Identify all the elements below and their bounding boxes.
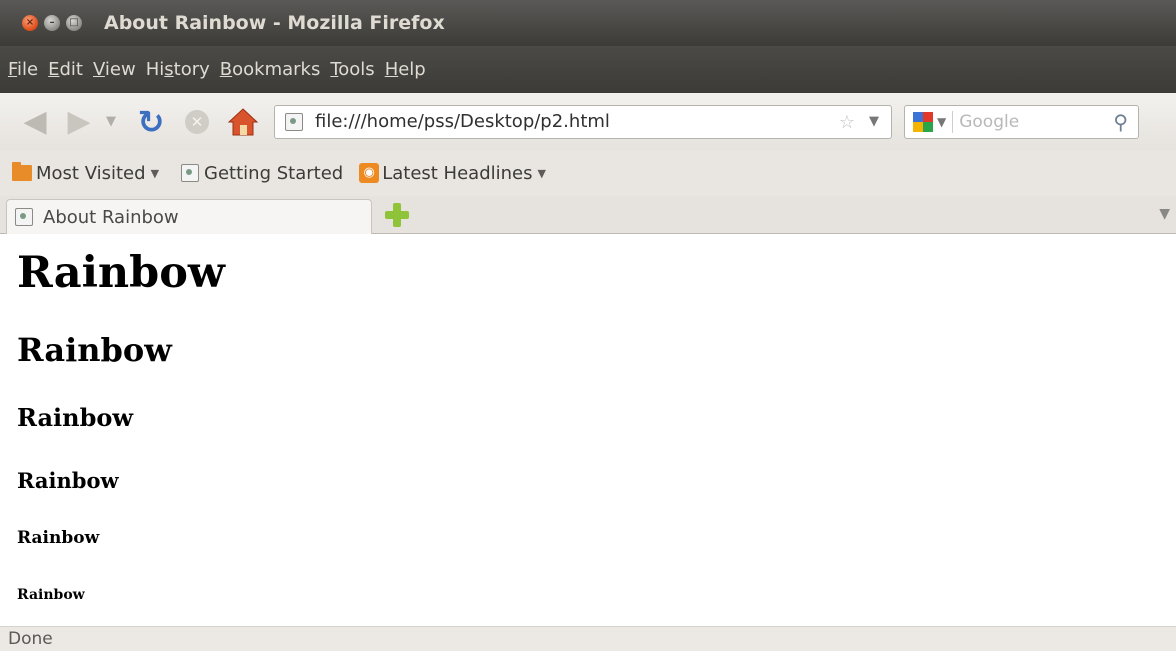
bookmark-star-icon[interactable]: ☆ — [839, 112, 855, 133]
menu-edit[interactable]: Edit — [48, 59, 83, 80]
tab-label: About Rainbow — [43, 206, 179, 228]
page-content: Rainbow Rainbow Rainbow Rainbow Rainbow … — [0, 234, 1176, 626]
bookmark-label: Most Visited — [36, 162, 146, 184]
tab-strip: About Rainbow ▼ — [0, 196, 1176, 234]
search-input[interactable]: Google — [959, 112, 1019, 132]
chevron-down-icon: ▼ — [537, 166, 546, 180]
menu-view[interactable]: View — [93, 59, 136, 80]
chevron-down-icon: ▼ — [106, 114, 116, 129]
page-icon — [181, 164, 200, 182]
bookmark-label: Getting Started — [204, 162, 344, 184]
reload-button[interactable]: ↻ — [134, 103, 168, 141]
maximize-icon: □ — [69, 17, 79, 28]
folder-icon — [12, 162, 32, 181]
close-icon: × — [25, 17, 35, 28]
search-divider — [952, 110, 954, 133]
search-engine-dropdown-icon[interactable]: ▼ — [937, 115, 946, 129]
url-text[interactable]: file:///home/pss/Desktop/p2.html — [315, 111, 610, 132]
bookmark-latest-headlines[interactable]: ◉ Latest Headlines ▼ — [343, 163, 546, 184]
history-dropdown-button[interactable]: ▼ — [104, 114, 118, 129]
search-icon[interactable]: ⚲ — [1113, 110, 1128, 134]
window-maximize-button[interactable]: □ — [66, 15, 82, 31]
rss-icon: ◉ — [359, 163, 380, 183]
menu-history[interactable]: History — [146, 59, 210, 80]
menu-bookmarks[interactable]: Bookmarks — [220, 59, 321, 80]
url-dropdown-icon[interactable]: ▼ — [869, 114, 879, 129]
minimize-icon: – — [49, 17, 55, 28]
menu-tools[interactable]: Tools — [330, 59, 374, 80]
site-identity-icon[interactable] — [285, 112, 303, 131]
forward-button[interactable]: ▶ — [62, 104, 96, 139]
window-title: About Rainbow - Mozilla Firefox — [104, 12, 445, 34]
reload-icon: ↻ — [137, 102, 165, 141]
stop-button[interactable]: ✕ — [182, 109, 212, 134]
back-icon: ◀ — [23, 104, 47, 139]
window-titlebar: × – □ About Rainbow - Mozilla Firefox — [0, 0, 1176, 46]
heading-5: Rainbow — [17, 528, 100, 548]
chevron-down-icon: ▼ — [150, 166, 160, 180]
heading-3: Rainbow — [17, 403, 134, 432]
status-text: Done — [8, 629, 53, 649]
tab-list-button[interactable]: ▼ — [1159, 206, 1170, 222]
bookmarks-toolbar: Most Visited ▼ Getting Started ◉ Latest … — [0, 150, 1176, 196]
menu-file[interactable]: File — [8, 59, 38, 80]
chevron-down-icon: ▼ — [1159, 206, 1170, 222]
heading-2: Rainbow — [17, 331, 172, 369]
url-bar[interactable]: file:///home/pss/Desktop/p2.html ☆ ▼ — [274, 104, 892, 139]
heading-4: Rainbow — [17, 468, 119, 493]
stop-icon: ✕ — [185, 109, 209, 134]
heading-6: Rainbow — [17, 587, 85, 603]
home-icon — [227, 107, 259, 135]
bookmark-label: Latest Headlines — [382, 162, 533, 184]
menu-bar: File Edit View History Bookmarks Tools H… — [0, 46, 1176, 93]
heading-1: Rainbow — [17, 248, 225, 298]
bookmark-most-visited[interactable]: Most Visited ▼ — [0, 162, 160, 184]
menu-help[interactable]: Help — [385, 59, 426, 80]
forward-icon: ▶ — [67, 104, 91, 139]
page-icon — [15, 208, 33, 226]
back-button[interactable]: ◀ — [18, 104, 52, 139]
navigation-toolbar: ◀ ▶ ▼ ↻ ✕ file:///home/pss/Desktop/p2.ht… — [0, 93, 1176, 150]
status-bar: Done — [0, 626, 1176, 651]
tab-about-rainbow[interactable]: About Rainbow — [6, 199, 372, 234]
bookmark-getting-started[interactable]: Getting Started — [159, 163, 343, 184]
home-button[interactable] — [224, 107, 262, 137]
search-bar[interactable]: ▼ Google ⚲ — [904, 104, 1139, 139]
window-close-button[interactable]: × — [22, 15, 38, 31]
new-tab-button[interactable] — [384, 202, 410, 228]
search-engine-icon[interactable] — [913, 111, 933, 132]
window-minimize-button[interactable]: – — [44, 15, 60, 31]
